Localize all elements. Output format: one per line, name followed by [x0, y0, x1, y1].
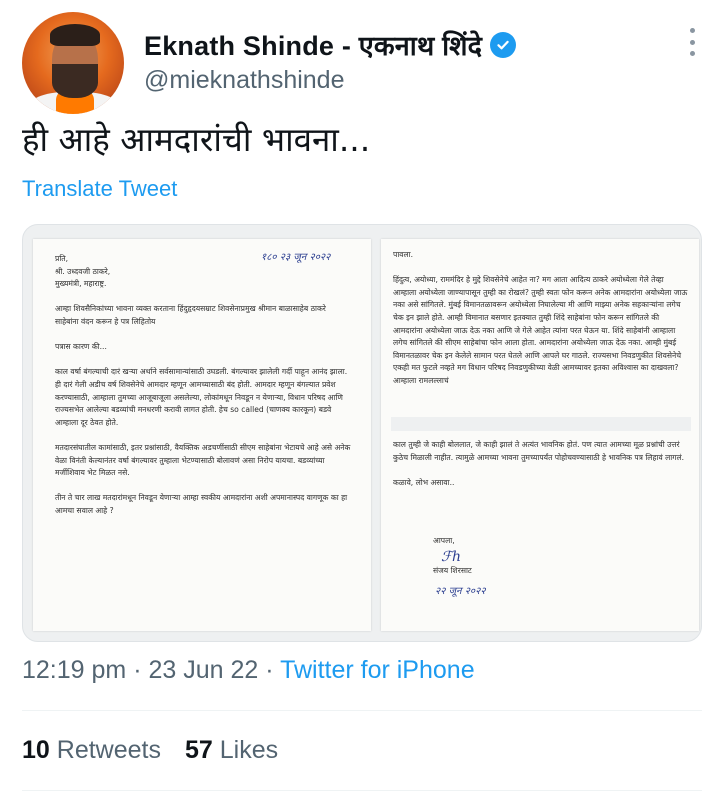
letter-signature-date: २२ जून २०२२ [435, 586, 486, 597]
letter-signoff: आपला, [433, 536, 455, 545]
author-display-name[interactable]: Eknath Shinde - एकनाथ शिंदे [144, 26, 482, 63]
meta-separator: · [258, 656, 281, 684]
letter-page-1: १८० २३ जून २०२२ प्रति, श्री. उध्दवजी ठाक… [33, 239, 371, 631]
tweet-header: Eknath Shinde - एकनाथ शिंदे @mieknathshi… [22, 8, 702, 114]
avatar[interactable] [22, 12, 124, 114]
letter-page-2-body: पावला. हिंदुत्व, अयोध्या, राममंदिर हे मु… [393, 250, 688, 385]
translate-tweet-link[interactable]: Translate Tweet [22, 176, 177, 202]
likes-label: Likes [219, 736, 279, 764]
tweet-time[interactable]: 12:19 pm [22, 656, 126, 684]
more-dot [689, 51, 695, 56]
more-dots-icon[interactable] [682, 28, 702, 56]
more-dot [689, 39, 695, 45]
tweet-media-image[interactable]: १८० २३ जून २०२२ प्रति, श्री. उध्दवजी ठाक… [22, 224, 702, 642]
letter-signature-name: संजय शिरसाट [433, 566, 472, 575]
likes-count: 57 [184, 736, 213, 764]
retweets-stat[interactable]: 10 Retweets [22, 736, 161, 765]
tweet-text: ही आहे आमदारांची भावना... [22, 120, 371, 159]
letter-page-2-closing: काल तुम्ही जे काही बोललात, जे काही झालं … [393, 440, 685, 487]
tweet-source-link[interactable]: Twitter for iPhone [280, 656, 475, 684]
retweets-label: Retweets [56, 736, 161, 764]
tweet-meta: 12:19 pm · 23 Jun 22 · Twitter for iPhon… [22, 656, 475, 685]
tweet-stats: 10 Retweets 57 Likes [22, 736, 278, 765]
letter-page-1-body: प्रति, श्री. उध्दवजी ठाकरे, मुख्यमंत्री,… [55, 254, 351, 515]
verified-badge-icon [490, 31, 517, 58]
likes-stat[interactable]: 57 Likes [185, 736, 278, 765]
tweet-date[interactable]: 23 Jun 22 [148, 656, 258, 684]
signature-image: ℱh [441, 549, 462, 565]
divider [22, 790, 702, 791]
meta-separator: · [126, 656, 149, 684]
divider [22, 710, 702, 711]
more-dot [689, 28, 695, 33]
author-handle[interactable]: @mieknathshinde [144, 66, 345, 95]
letter-page-2: पावला. हिंदुत्व, अयोध्या, राममंदिर हे मु… [381, 239, 699, 631]
avatar-beard [52, 64, 98, 98]
page-gap [391, 417, 691, 431]
retweets-count: 10 [22, 736, 50, 764]
author-name-row[interactable]: Eknath Shinde - एकनाथ शिंदे [144, 26, 517, 63]
avatar-hair [50, 24, 100, 46]
